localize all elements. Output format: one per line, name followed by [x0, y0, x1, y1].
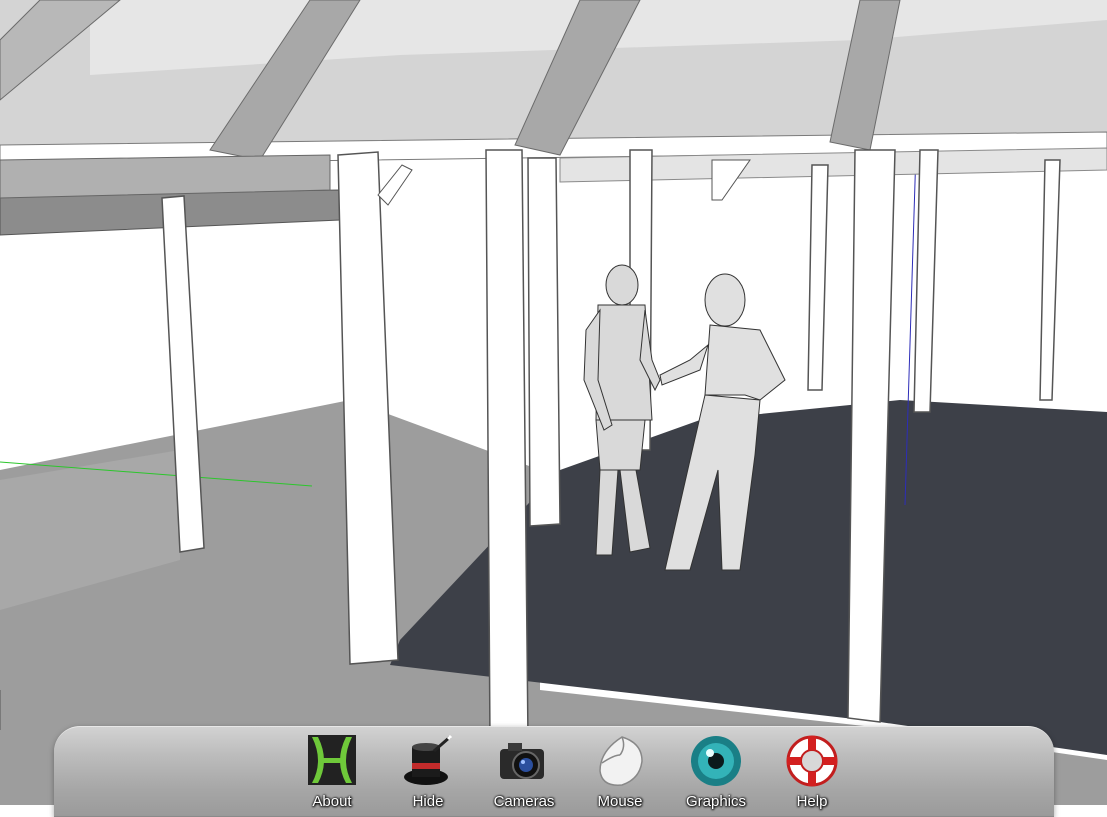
lifebuoy-icon — [786, 735, 838, 787]
left-joists — [0, 154, 331, 199]
post — [485, 149, 529, 741]
help-button[interactable]: Help — [764, 733, 860, 813]
toolbar-items: About Hide Cameras Mouse Graphics Help — [284, 733, 860, 813]
hypercosm-h-icon — [308, 735, 356, 785]
cameras-label: Cameras — [493, 793, 555, 810]
graphics-label: Graphics — [685, 793, 747, 810]
about-button[interactable]: About — [284, 733, 380, 813]
help-label: Help — [796, 793, 828, 810]
post — [527, 157, 561, 527]
hide-label: Hide — [412, 793, 444, 810]
camera-icon — [500, 743, 544, 779]
magic-hat-icon — [404, 734, 453, 785]
3d-viewport[interactable] — [0, 0, 1107, 805]
bottom-toolbar: About Hide Cameras Mouse Graphics Help — [54, 726, 1054, 817]
cameras-button[interactable]: Cameras — [476, 733, 572, 813]
about-label: About — [312, 793, 352, 810]
mouse-label: Mouse — [597, 793, 643, 810]
graphics-button[interactable]: Graphics — [668, 733, 764, 813]
mouse-button[interactable]: Mouse — [572, 733, 668, 813]
eye-icon — [691, 736, 741, 786]
mouse-icon — [599, 736, 643, 786]
hide-button[interactable]: Hide — [380, 733, 476, 813]
